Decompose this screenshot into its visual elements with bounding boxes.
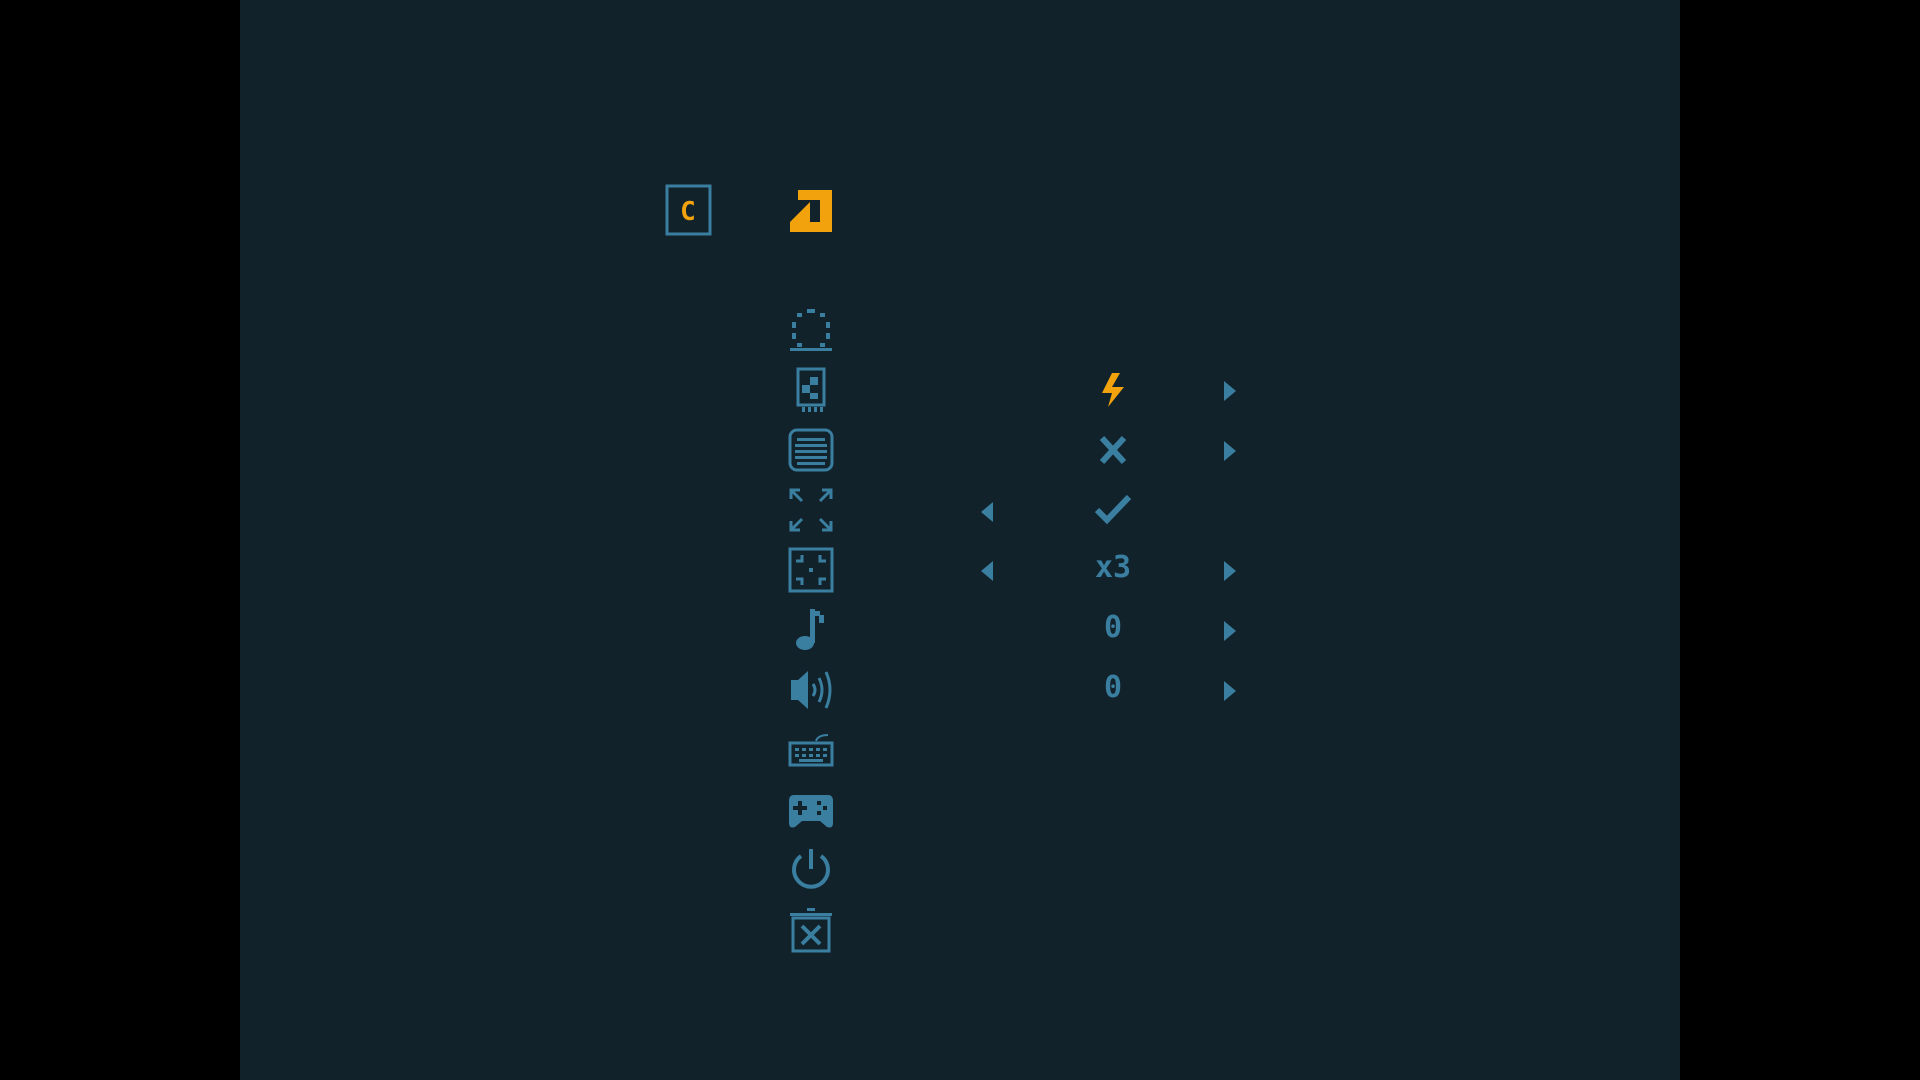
cartridge-icon[interactable] — [788, 367, 834, 413]
keyboard-icon[interactable] — [788, 727, 834, 773]
tab-badge-letter: C — [680, 197, 696, 227]
right-arrow-music[interactable] — [1222, 619, 1238, 643]
right-arrow-crt[interactable] — [1222, 439, 1238, 463]
scale-value: x3 — [1094, 550, 1132, 585]
loading-circle-icon[interactable] — [788, 307, 834, 353]
gamepad-icon[interactable] — [788, 787, 834, 833]
check-icon — [1094, 492, 1132, 528]
fullscreen-icon[interactable] — [788, 487, 834, 533]
cross-icon — [1096, 432, 1130, 468]
sfx-volume-value: 0 — [1103, 670, 1123, 705]
trash-icon[interactable] — [788, 907, 834, 953]
right-arrow-cartridge[interactable] — [1222, 379, 1238, 403]
scale-icon[interactable] — [788, 547, 834, 593]
speaker-icon[interactable] — [788, 667, 834, 713]
tab-c-icon[interactable]: C — [665, 184, 713, 238]
right-arrow-scale[interactable] — [1222, 559, 1238, 583]
game-screen: C x3 0 0 — [240, 0, 1680, 1080]
music-note-icon[interactable] — [788, 607, 834, 653]
crt-screen-icon[interactable] — [788, 427, 834, 473]
right-arrow-sfx[interactable] — [1222, 679, 1238, 703]
return-arrow-icon[interactable] — [788, 188, 834, 234]
left-arrow-fullscreen[interactable] — [979, 500, 995, 524]
left-arrow-scale[interactable] — [979, 559, 995, 583]
music-volume-value: 0 — [1103, 610, 1123, 645]
power-icon[interactable] — [788, 847, 834, 893]
lightning-icon — [1096, 371, 1130, 409]
